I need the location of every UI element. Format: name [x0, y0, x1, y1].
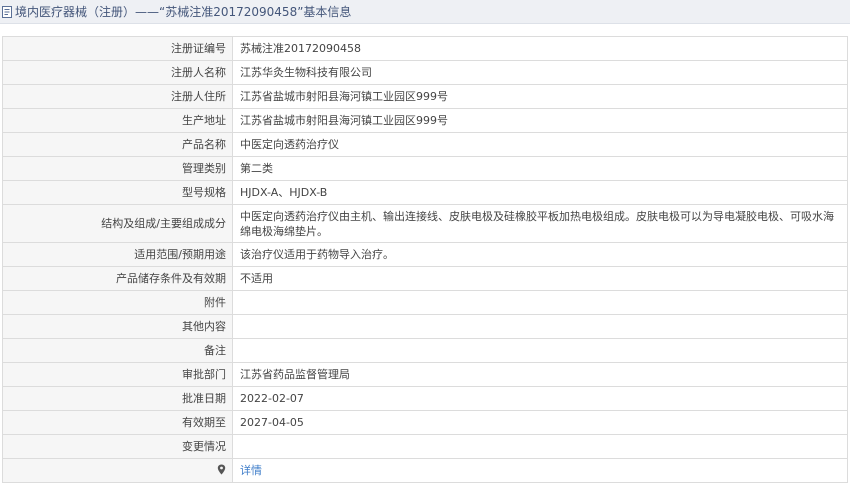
row-label: 结构及组成/主要组成成分 — [2, 204, 233, 243]
row-value: 江苏省药品监督管理局 — [232, 362, 848, 387]
row-label: 型号规格 — [2, 180, 233, 205]
row-label: 有效期至 — [2, 410, 233, 435]
row-label: 适用范围/预期用途 — [2, 242, 233, 267]
row-label: 产品储存条件及有效期 — [2, 266, 233, 291]
row-value: 2022-02-07 — [232, 386, 848, 411]
table-row: 生产地址 江苏省盐城市射阳县海河镇工业园区999号 — [2, 108, 848, 133]
row-label: 附件 — [2, 290, 233, 315]
row-value: 江苏省盐城市射阳县海河镇工业园区999号 — [232, 108, 848, 133]
table-row: 附件 — [2, 290, 848, 315]
row-value: 江苏省盐城市射阳县海河镇工业园区999号 — [232, 84, 848, 109]
row-value — [232, 434, 848, 459]
map-pin-icon — [217, 464, 226, 475]
row-label: 审批部门 — [2, 362, 233, 387]
info-table-body: 注册证编号 苏械注准20172090458 注册人名称 江苏华灸生物科技有限公司… — [2, 36, 848, 483]
row-value — [232, 290, 848, 315]
row-value: 苏械注准20172090458 — [232, 36, 848, 61]
row-value: HJDX-A、HJDX-B — [232, 180, 848, 205]
table-row: 注册人名称 江苏华灸生物科技有限公司 — [2, 60, 848, 85]
table-row: 其他内容 — [2, 314, 848, 339]
row-label: 其他内容 — [2, 314, 233, 339]
row-value: 不适用 — [232, 266, 848, 291]
table-row: 注册人住所 江苏省盐城市射阳县海河镇工业园区999号 — [2, 84, 848, 109]
details-value-cell: 详情 — [232, 458, 848, 483]
row-value: 第二类 — [232, 156, 848, 181]
info-table: 注册证编号 苏械注准20172090458 注册人名称 江苏华灸生物科技有限公司… — [2, 36, 848, 483]
row-label: 注册证编号 — [2, 36, 233, 61]
row-label: 管理类别 — [2, 156, 233, 181]
details-link[interactable]: 详情 — [240, 464, 262, 477]
row-value — [232, 314, 848, 339]
table-row: 批准日期 2022-02-07 — [2, 386, 848, 411]
row-value: 中医定向透药治疗仪 — [232, 132, 848, 157]
document-icon — [2, 5, 12, 18]
page-header: 境内医疗器械（注册）——“苏械注准20172090458”基本信息 — [0, 0, 850, 24]
info-table-container: 注册证编号 苏械注准20172090458 注册人名称 江苏华灸生物科技有限公司… — [2, 36, 848, 483]
table-row: 产品名称 中医定向透药治疗仪 — [2, 132, 848, 157]
table-row-details: 详情 — [2, 458, 848, 483]
table-row: 备注 — [2, 338, 848, 363]
table-row: 注册证编号 苏械注准20172090458 — [2, 36, 848, 61]
page-title: 境内医疗器械（注册）——“苏械注准20172090458”基本信息 — [15, 5, 352, 19]
table-row: 审批部门 江苏省药品监督管理局 — [2, 362, 848, 387]
row-label: 生产地址 — [2, 108, 233, 133]
table-row: 有效期至 2027-04-05 — [2, 410, 848, 435]
row-value: 该治疗仪适用于药物导入治疗。 — [232, 242, 848, 267]
table-row: 管理类别 第二类 — [2, 156, 848, 181]
table-row: 变更情况 — [2, 434, 848, 459]
table-row: 型号规格 HJDX-A、HJDX-B — [2, 180, 848, 205]
row-label: 产品名称 — [2, 132, 233, 157]
row-label: 批准日期 — [2, 386, 233, 411]
row-value: 江苏华灸生物科技有限公司 — [232, 60, 848, 85]
details-label-cell — [2, 458, 233, 483]
row-label: 变更情况 — [2, 434, 233, 459]
table-row: 产品储存条件及有效期 不适用 — [2, 266, 848, 291]
row-value — [232, 338, 848, 363]
table-row: 结构及组成/主要组成成分 中医定向透药治疗仪由主机、输出连接线、皮肤电极及硅橡胶… — [2, 204, 848, 243]
row-value: 2027-04-05 — [232, 410, 848, 435]
row-label: 注册人名称 — [2, 60, 233, 85]
row-label: 备注 — [2, 338, 233, 363]
table-row: 适用范围/预期用途 该治疗仪适用于药物导入治疗。 — [2, 242, 848, 267]
row-value: 中医定向透药治疗仪由主机、输出连接线、皮肤电极及硅橡胶平板加热电极组成。皮肤电极… — [232, 204, 848, 243]
row-label: 注册人住所 — [2, 84, 233, 109]
